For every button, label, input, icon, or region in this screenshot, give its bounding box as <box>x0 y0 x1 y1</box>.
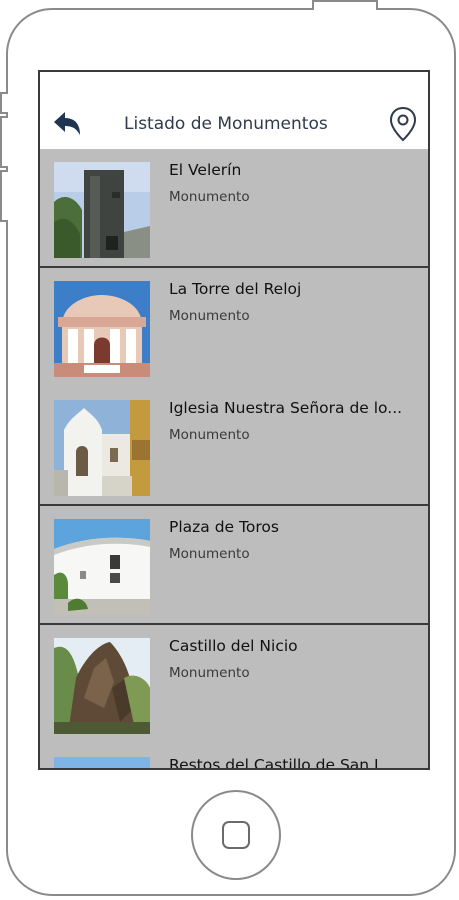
monument-type: Monumento <box>169 546 250 562</box>
list-item[interactable]: Restos del Castillo de San L Monumento <box>40 744 428 770</box>
app-screen: Listado de Monumentos El Velerín Monumen… <box>38 70 430 770</box>
home-square-icon <box>222 821 250 849</box>
monument-type: Monumento <box>169 427 250 443</box>
list-item[interactable]: Plaza de Toros Monumento <box>40 506 428 625</box>
map-pin-icon[interactable] <box>388 106 418 142</box>
list-item[interactable]: Iglesia Nuestra Señora de lo... Monument… <box>40 387 428 506</box>
monument-thumbnail <box>54 400 150 496</box>
volume-up-button <box>0 92 8 114</box>
monument-thumbnail <box>54 757 150 768</box>
monument-thumbnail <box>54 281 150 377</box>
monument-name: Castillo del Nicio <box>169 637 298 655</box>
home-button[interactable] <box>191 790 281 880</box>
list-item[interactable]: La Torre del Reloj Monumento <box>40 268 428 387</box>
monument-list: El Velerín Monumento La Torre del Reloj … <box>40 149 428 770</box>
monument-thumbnail <box>54 162 150 258</box>
monument-name: Iglesia Nuestra Señora de lo... <box>169 399 403 417</box>
power-button <box>312 0 378 10</box>
page-title: Listado de Monumentos <box>124 114 328 134</box>
monument-name: El Velerín <box>169 161 242 179</box>
list-item[interactable]: Castillo del Nicio Monumento <box>40 625 428 744</box>
monument-type: Monumento <box>169 308 250 324</box>
volume-down-button <box>0 116 8 168</box>
monument-name: La Torre del Reloj <box>169 280 302 298</box>
list-item[interactable]: El Velerín Monumento <box>40 149 428 268</box>
back-arrow-icon[interactable] <box>52 110 82 138</box>
monument-name: Restos del Castillo de San L <box>169 756 383 770</box>
monument-type: Monumento <box>169 665 250 681</box>
monument-thumbnail <box>54 519 150 615</box>
monument-type: Monumento <box>169 189 250 205</box>
app-header: Listado de Monumentos <box>40 72 428 149</box>
monument-thumbnail <box>54 638 150 734</box>
monument-name: Plaza de Toros <box>169 518 279 536</box>
mute-button <box>0 170 8 222</box>
